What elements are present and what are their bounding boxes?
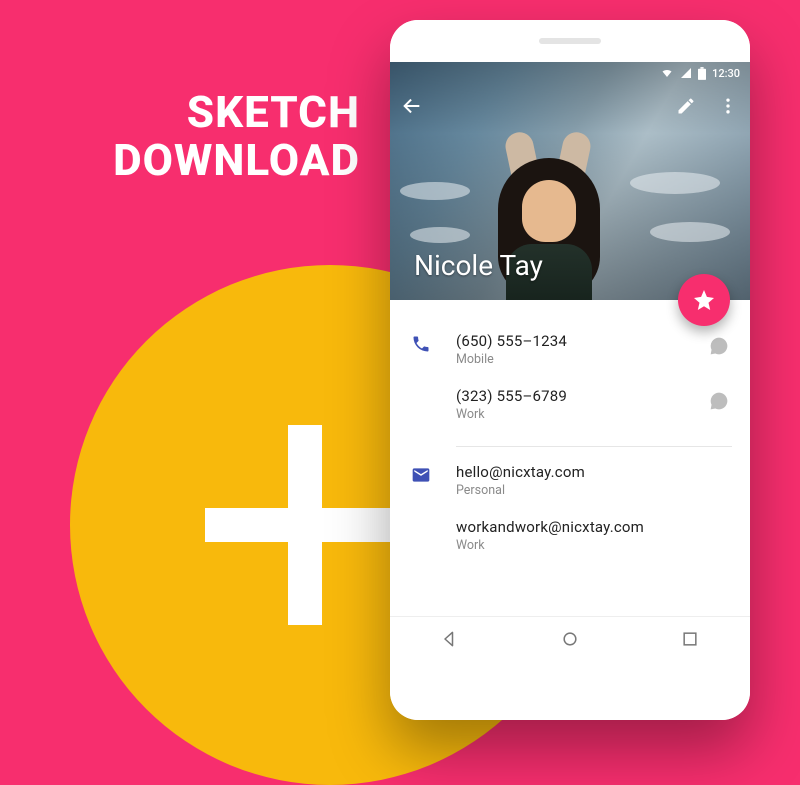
status-bar: 12:30	[390, 62, 750, 84]
promo-headline-line2: DOWNLOAD	[60, 136, 360, 184]
phone-number: (650) 555–1234	[456, 332, 684, 350]
section-divider	[456, 446, 732, 447]
favorite-fab[interactable]	[678, 274, 730, 326]
app-bar	[390, 84, 750, 128]
android-nav-bar	[390, 616, 750, 660]
phone-icon	[411, 334, 431, 358]
contact-details: (650) 555–1234 Mobile (323) 555–6789 Wor…	[390, 300, 750, 571]
message-button[interactable]	[707, 334, 731, 358]
phone-number: (323) 555–6789	[456, 387, 684, 405]
email-section: hello@nicxtay.com Personal workandwork@n…	[408, 453, 732, 571]
email-icon	[411, 465, 431, 489]
phone-bezel-bottom	[390, 660, 750, 720]
back-button[interactable]	[400, 94, 424, 118]
signal-icon	[680, 67, 692, 79]
phone-label: Work	[456, 407, 684, 422]
phone-device: 12:30	[390, 20, 750, 720]
more-button[interactable]	[716, 94, 740, 118]
battery-icon	[698, 67, 706, 80]
nav-home-button[interactable]	[550, 619, 590, 659]
edit-button[interactable]	[674, 94, 698, 118]
email-address: workandwork@nicxtay.com	[456, 518, 684, 536]
contact-hero: Nicole Tay	[390, 62, 750, 300]
star-icon	[692, 288, 716, 312]
phone-row[interactable]: (650) 555–1234 Mobile	[408, 322, 732, 377]
phone-row[interactable]: (323) 555–6789 Work	[408, 377, 732, 432]
phone-section: (650) 555–1234 Mobile (323) 555–6789 Wor…	[408, 322, 732, 440]
email-row[interactable]: workandwork@nicxtay.com Work	[408, 508, 732, 563]
email-row[interactable]: hello@nicxtay.com Personal	[408, 453, 732, 508]
email-label: Work	[456, 538, 684, 553]
email-address: hello@nicxtay.com	[456, 463, 684, 481]
email-label: Personal	[456, 483, 684, 498]
plus-icon	[205, 425, 405, 625]
phone-bezel-top	[390, 20, 750, 62]
wifi-icon	[660, 67, 674, 79]
phone-label: Mobile	[456, 352, 684, 367]
phone-speaker	[539, 38, 601, 44]
promo-headline: SKETCH DOWNLOAD	[60, 88, 360, 185]
nav-back-button[interactable]	[430, 619, 470, 659]
promo-headline-line1: SKETCH	[60, 88, 360, 136]
status-time: 12:30	[712, 67, 740, 80]
contact-name: Nicole Tay	[414, 249, 543, 282]
nav-recents-button[interactable]	[670, 619, 710, 659]
phone-screen: 12:30	[390, 62, 750, 660]
message-button[interactable]	[707, 389, 731, 413]
